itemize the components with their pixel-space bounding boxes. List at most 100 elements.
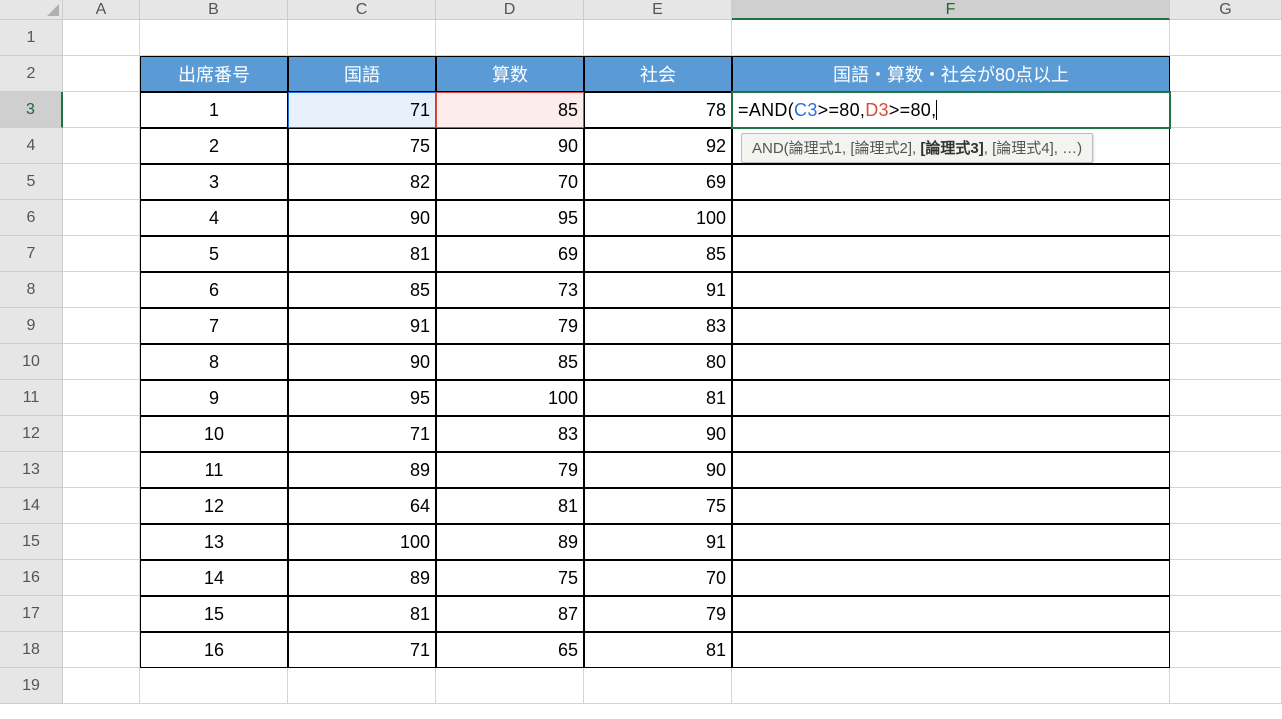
cell-E11[interactable]: 81 [584,380,732,416]
row-header-2[interactable]: 2 [0,56,63,92]
cell-D19[interactable] [436,668,584,704]
cell-B5[interactable]: 3 [140,164,288,200]
cell-E16[interactable]: 70 [584,560,732,596]
cell-C11[interactable]: 95 [288,380,436,416]
cell-A16[interactable] [63,560,140,596]
cell-B8[interactable]: 6 [140,272,288,308]
cell-B1[interactable] [140,20,288,56]
cell-C5[interactable]: 82 [288,164,436,200]
row-header-10[interactable]: 10 [0,344,63,380]
row-header-8[interactable]: 8 [0,272,63,308]
col-header-B[interactable]: B [140,0,288,20]
cell-E1[interactable] [584,20,732,56]
row-header-17[interactable]: 17 [0,596,63,632]
row-header-11[interactable]: 11 [0,380,63,416]
cell-A12[interactable] [63,416,140,452]
cell-C3[interactable]: 71 [288,92,436,128]
cell-C18[interactable]: 71 [288,632,436,668]
row-header-4[interactable]: 4 [0,128,63,164]
cell-F15[interactable] [732,524,1170,560]
cell-E9[interactable]: 83 [584,308,732,344]
cell-A13[interactable] [63,452,140,488]
cell-D17[interactable]: 87 [436,596,584,632]
cell-A1[interactable] [63,20,140,56]
cell-A6[interactable] [63,200,140,236]
cell-G18[interactable] [1170,632,1282,668]
cell-A10[interactable] [63,344,140,380]
cell-F14[interactable] [732,488,1170,524]
row-header-19[interactable]: 19 [0,668,63,704]
cell-A11[interactable] [63,380,140,416]
cell-F5[interactable] [732,164,1170,200]
cell-G11[interactable] [1170,380,1282,416]
cell-F1[interactable] [732,20,1170,56]
cell-D5[interactable]: 70 [436,164,584,200]
cell-A14[interactable] [63,488,140,524]
cell-A3[interactable] [63,92,140,128]
cell-C12[interactable]: 71 [288,416,436,452]
cell-A18[interactable] [63,632,140,668]
cell-C16[interactable]: 89 [288,560,436,596]
cell-G13[interactable] [1170,452,1282,488]
cell-G4[interactable] [1170,128,1282,164]
cell-D8[interactable]: 73 [436,272,584,308]
cell-B19[interactable] [140,668,288,704]
cell-C2[interactable]: 国語 [288,56,436,92]
cell-F11[interactable] [732,380,1170,416]
cell-E6[interactable]: 100 [584,200,732,236]
cell-G15[interactable] [1170,524,1282,560]
cell-E3[interactable]: 78 [584,92,732,128]
row-header-1[interactable]: 1 [0,20,63,56]
cell-E13[interactable]: 90 [584,452,732,488]
cell-C17[interactable]: 81 [288,596,436,632]
cell-G14[interactable] [1170,488,1282,524]
cell-A5[interactable] [63,164,140,200]
cell-E10[interactable]: 80 [584,344,732,380]
cell-C10[interactable]: 90 [288,344,436,380]
cell-G12[interactable] [1170,416,1282,452]
cell-F19[interactable] [732,668,1170,704]
cell-B17[interactable]: 15 [140,596,288,632]
col-header-E[interactable]: E [584,0,732,20]
cell-D15[interactable]: 89 [436,524,584,560]
cell-E8[interactable]: 91 [584,272,732,308]
cell-C4[interactable]: 75 [288,128,436,164]
cell-A17[interactable] [63,596,140,632]
cell-F9[interactable] [732,308,1170,344]
cell-C8[interactable]: 85 [288,272,436,308]
cell-A8[interactable] [63,272,140,308]
cell-D12[interactable]: 83 [436,416,584,452]
cell-E17[interactable]: 79 [584,596,732,632]
cell-G16[interactable] [1170,560,1282,596]
cell-F8[interactable] [732,272,1170,308]
cell-F10[interactable] [732,344,1170,380]
cell-B12[interactable]: 10 [140,416,288,452]
cell-D11[interactable]: 100 [436,380,584,416]
cell-E12[interactable]: 90 [584,416,732,452]
cell-A4[interactable] [63,128,140,164]
cell-D3[interactable]: 85 [436,92,584,128]
row-header-5[interactable]: 5 [0,164,63,200]
cell-F18[interactable] [732,632,1170,668]
cell-D14[interactable]: 81 [436,488,584,524]
cell-E4[interactable]: 92 [584,128,732,164]
cell-C19[interactable] [288,668,436,704]
row-header-6[interactable]: 6 [0,200,63,236]
cell-G2[interactable] [1170,56,1282,92]
row-header-13[interactable]: 13 [0,452,63,488]
col-header-C[interactable]: C [288,0,436,20]
cell-F16[interactable] [732,560,1170,596]
cell-B10[interactable]: 8 [140,344,288,380]
cell-F4[interactable]: AND(論理式1, [論理式2], [論理式3], [論理式4], …) [732,128,1170,164]
cell-E18[interactable]: 81 [584,632,732,668]
row-header-15[interactable]: 15 [0,524,63,560]
cell-G1[interactable] [1170,20,1282,56]
cell-D7[interactable]: 69 [436,236,584,272]
cell-B2[interactable]: 出席番号 [140,56,288,92]
cell-D6[interactable]: 95 [436,200,584,236]
row-header-3[interactable]: 3 [0,92,63,128]
cell-G19[interactable] [1170,668,1282,704]
cell-G7[interactable] [1170,236,1282,272]
cell-G10[interactable] [1170,344,1282,380]
cell-A15[interactable] [63,524,140,560]
